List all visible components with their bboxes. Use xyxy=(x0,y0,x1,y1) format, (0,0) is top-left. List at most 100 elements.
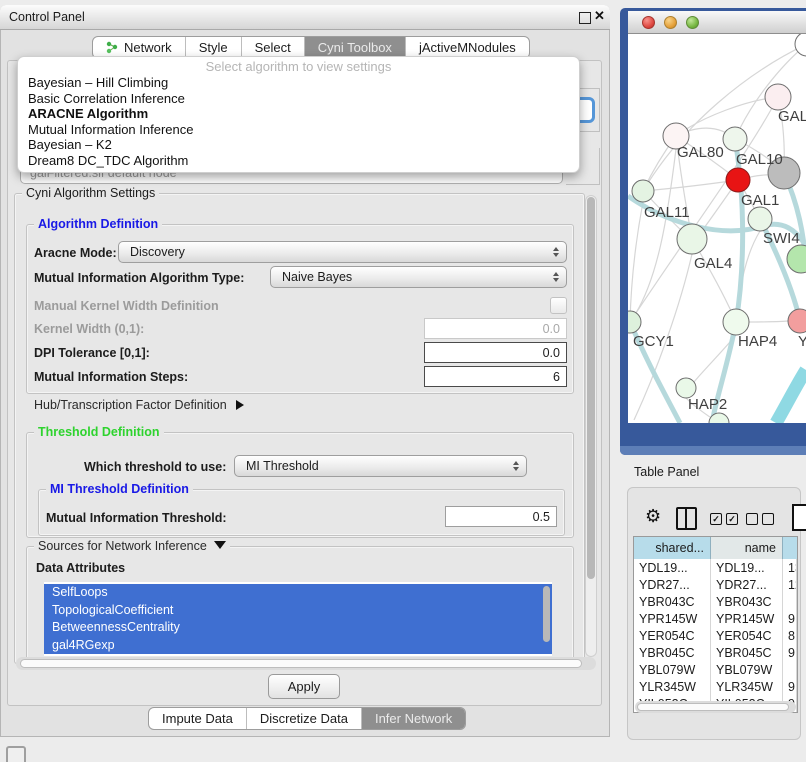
table-row[interactable]: YLR345W YLR345W 9. xyxy=(634,678,797,695)
column-header-partial[interactable] xyxy=(783,537,797,559)
mi-steps-label: Mutual Information Steps: xyxy=(34,370,188,384)
aracne-mode-select[interactable]: Discovery xyxy=(118,241,567,263)
manual-kernel-checkbox[interactable] xyxy=(550,297,567,314)
gear-icon[interactable]: ⚙ xyxy=(645,506,661,527)
close-traffic-light[interactable] xyxy=(642,16,655,29)
columns-icon[interactable] xyxy=(676,507,697,530)
network-node-HAP2[interactable] xyxy=(676,378,696,398)
column-header-shared-name[interactable]: shared... xyxy=(634,537,711,559)
table-row[interactable]: YPR145W YPR145W 9. xyxy=(634,610,797,627)
table-row[interactable]: YDR27... YDR27... 12 xyxy=(634,576,797,593)
svg-text:Y: Y xyxy=(798,333,806,350)
network-node-GAL10[interactable] xyxy=(723,127,747,151)
apply-button[interactable]: Apply xyxy=(268,674,340,699)
tab-style[interactable]: Style xyxy=(185,37,241,58)
table-panel-title: Table Panel xyxy=(634,465,699,479)
minimize-traffic-light[interactable] xyxy=(664,16,677,29)
svg-text:GAL11: GAL11 xyxy=(644,204,690,221)
which-threshold-label: Which threshold to use: xyxy=(84,460,226,474)
network-edge-thick xyxy=(776,370,806,423)
table-row[interactable]: YER054C YER054C 8. xyxy=(634,627,797,644)
dropdown-item[interactable]: Mutual Information Inference xyxy=(18,122,579,138)
network-node-GAL11[interactable] xyxy=(632,180,654,202)
column-header-name[interactable]: name xyxy=(711,537,783,559)
network-canvas[interactable]: GAL GAL80 GAL10 GAL1 GAL11 SWI4 GAL4 GCY… xyxy=(628,34,806,423)
table-row[interactable]: YBL079W YBL079W xyxy=(634,661,797,678)
network-node-GCY1[interactable] xyxy=(628,311,641,333)
dropdown-item[interactable]: Dream8 DC_TDC Algorithm xyxy=(18,153,579,169)
hub-definition-expander[interactable]: Hub/Transcription Factor Definition xyxy=(34,398,244,412)
network-node[interactable] xyxy=(787,245,806,273)
tab-infer-network[interactable]: Infer Network xyxy=(361,708,465,729)
network-window-titlebar[interactable] xyxy=(628,11,806,34)
list-item[interactable]: gal4RGexp xyxy=(44,637,552,655)
network-graph: GAL GAL80 GAL10 GAL1 GAL11 SWI4 GAL4 GCY… xyxy=(628,34,806,423)
tab-cyni-toolbox[interactable]: Cyni Toolbox xyxy=(304,37,405,58)
network-node-GAL1-selected[interactable] xyxy=(726,168,750,192)
close-icon[interactable]: ✕ xyxy=(594,8,605,24)
network-node-GAL4[interactable] xyxy=(677,224,707,254)
select-all-icon[interactable]: ✓ ✓ xyxy=(710,513,738,525)
svg-text:GCY1: GCY1 xyxy=(633,333,674,350)
tab-network[interactable]: Network xyxy=(93,37,185,58)
zoom-traffic-light[interactable] xyxy=(686,16,699,29)
mi-threshold-label: Mutual Information Threshold: xyxy=(46,511,227,525)
svg-text:GAL: GAL xyxy=(778,108,806,125)
svg-text:SWI4: SWI4 xyxy=(763,230,800,247)
dpi-tolerance-input[interactable]: 0.0 xyxy=(424,342,567,363)
stepper-arrows-icon xyxy=(553,247,559,257)
minimized-panel-icon[interactable] xyxy=(6,746,26,762)
tab-discretize-data[interactable]: Discretize Data xyxy=(246,708,361,729)
control-panel-titlebar[interactable]: Control Panel xyxy=(0,5,610,30)
deselect-all-icon[interactable] xyxy=(746,513,774,525)
tab-impute-data[interactable]: Impute Data xyxy=(149,708,246,729)
svg-text:GAL80: GAL80 xyxy=(677,144,724,161)
svg-text:HAP4: HAP4 xyxy=(738,333,777,350)
algorithm-dropdown-list: Select algorithm to view settings Bayesi… xyxy=(17,56,580,173)
dropdown-item-highlighted[interactable]: ARACNE Algorithm xyxy=(18,106,579,122)
dropdown-placeholder: Select algorithm to view settings xyxy=(18,59,579,75)
list-item[interactable]: TopologicalCoefficient xyxy=(44,602,552,620)
list-vertical-scrollbar[interactable] xyxy=(543,586,550,642)
network-icon xyxy=(106,41,119,54)
node-table: shared... name YDL19... YDL19... 13 YDR2… xyxy=(633,536,798,713)
svg-text:GAL10: GAL10 xyxy=(736,151,783,168)
stepper-arrows-icon xyxy=(553,272,559,282)
float-window-icon[interactable] xyxy=(579,12,591,24)
network-node[interactable] xyxy=(788,309,806,333)
svg-text:GAL1: GAL1 xyxy=(741,192,779,209)
table-row[interactable]: YBR045C YBR045C 9. xyxy=(634,644,797,661)
network-node-SWI4[interactable] xyxy=(748,207,772,231)
list-item[interactable]: SelfLoops xyxy=(44,584,552,602)
expand-right-icon xyxy=(236,400,244,410)
which-threshold-select[interactable]: MI Threshold xyxy=(234,455,527,477)
tab-select[interactable]: Select xyxy=(241,37,304,58)
settings-horizontal-scrollbar-thumb[interactable] xyxy=(20,659,582,668)
mi-algorithm-type-label: Mutual Information Algorithm Type: xyxy=(34,271,244,285)
dropdown-item[interactable]: Bayesian – Hill Climbing xyxy=(18,75,579,91)
aracne-mode-label: Aracne Mode: xyxy=(34,246,117,260)
svg-text:HAP2: HAP2 xyxy=(688,396,727,413)
mi-threshold-input[interactable]: 0.5 xyxy=(445,506,557,527)
dpi-tolerance-label: DPI Tolerance [0,1]: xyxy=(34,346,150,360)
mi-algorithm-type-select[interactable]: Naive Bayes xyxy=(270,266,567,288)
table-header-row: shared... name xyxy=(634,537,797,559)
kernel-width-input[interactable]: 0.0 xyxy=(424,318,567,339)
dropdown-item[interactable]: Basic Correlation Inference xyxy=(18,91,579,107)
table-row[interactable]: YDL19... YDL19... 13 xyxy=(634,559,797,576)
dropdown-item[interactable]: Bayesian – K2 xyxy=(18,137,579,153)
table-row[interactable]: YBR043C YBR043C xyxy=(634,593,797,610)
table-horizontal-scrollbar-thumb[interactable] xyxy=(637,703,789,711)
network-node[interactable] xyxy=(765,84,791,110)
mi-steps-input[interactable]: 6 xyxy=(424,366,567,387)
screen: Control Panel ✕ Network Style Select Cyn… xyxy=(0,0,806,762)
data-attributes-list[interactable]: SelfLoops TopologicalCoefficient Between… xyxy=(44,582,552,656)
tab-jactivemnodules[interactable]: jActiveMNodules xyxy=(405,37,529,58)
cyni-bottom-tabbar: Impute Data Discretize Data Infer Networ… xyxy=(148,707,466,730)
file-icon[interactable] xyxy=(792,504,806,531)
network-node-HAP4[interactable] xyxy=(723,309,749,335)
control-panel-title: Control Panel xyxy=(9,10,85,24)
collapse-down-icon xyxy=(214,541,226,549)
list-item[interactable]: BetweennessCentrality xyxy=(44,619,552,637)
settings-vertical-scrollbar-thumb[interactable] xyxy=(587,197,595,579)
